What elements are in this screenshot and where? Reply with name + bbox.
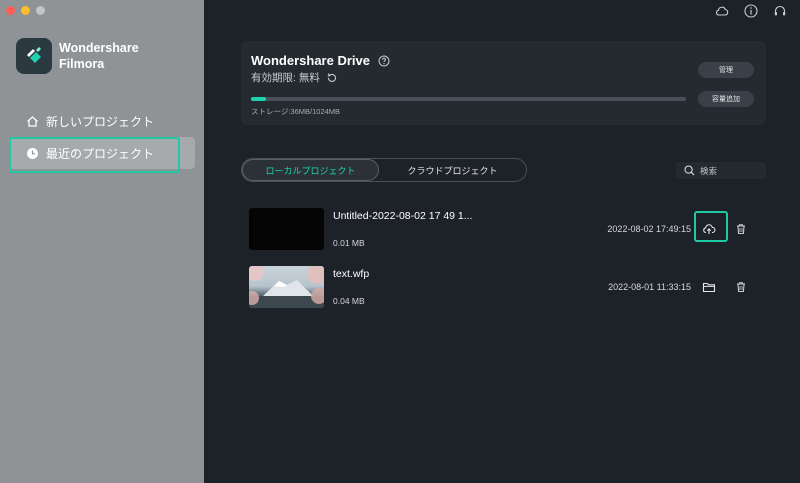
sidebar-item-new-project[interactable]: 新しいプロジェクト xyxy=(9,105,195,137)
search-input[interactable] xyxy=(700,165,760,176)
project-thumbnail[interactable] xyxy=(249,266,324,308)
project-size: 0.04 MB xyxy=(333,296,365,306)
search-box xyxy=(676,162,766,179)
drive-plan: 有効期限: 無料 xyxy=(251,70,338,85)
project-date: 2022-08-02 17:49:15 xyxy=(607,224,691,234)
manage-button[interactable]: 管理 xyxy=(698,62,754,78)
add-capacity-button[interactable]: 容量追加 xyxy=(698,91,754,107)
drive-title-text: Wondershare Drive xyxy=(251,53,370,68)
cloud-upload-icon[interactable] xyxy=(701,221,717,237)
storage-text: ストレージ:36MB/1024MB xyxy=(251,107,341,116)
drive-title: Wondershare Drive xyxy=(251,53,390,68)
trash-icon[interactable] xyxy=(733,221,749,237)
project-row[interactable]: text.wfp 0.04 MB 2022-08-01 11:33:15 xyxy=(249,266,759,310)
project-tabs: ローカルプロジェクト クラウドプロジェクト xyxy=(241,158,527,182)
zoom-window-button[interactable] xyxy=(36,6,45,15)
project-name: text.wfp xyxy=(333,268,370,280)
storage-progress-bar xyxy=(251,97,686,101)
filmora-logo-icon xyxy=(16,38,52,74)
app-branding: Wondershare Filmora xyxy=(16,38,139,74)
sidebar-item-label: 新しいプロジェクト xyxy=(46,114,155,129)
drive-plan-text: 有効期限: 無料 xyxy=(251,72,320,84)
project-date: 2022-08-01 11:33:15 xyxy=(608,282,691,292)
sidebar-item-label: 最近のプロジェクト xyxy=(46,146,155,161)
search-icon xyxy=(684,165,695,176)
project-size: 0.01 MB xyxy=(333,238,365,248)
trash-icon[interactable] xyxy=(733,279,749,295)
project-name: Untitled-2022-08-02 17 49 1... xyxy=(333,210,473,222)
cloud-icon[interactable] xyxy=(714,3,730,19)
close-window-button[interactable] xyxy=(6,6,15,15)
app-name-line2: Filmora xyxy=(59,57,105,71)
clock-icon xyxy=(26,147,39,160)
app-name-line1: Wondershare xyxy=(59,41,139,55)
tab-local-projects[interactable]: ローカルプロジェクト xyxy=(242,159,379,181)
top-toolbar xyxy=(714,3,788,19)
sidebar: Wondershare Filmora 新しいプロジェクト 最近のプロジェクト xyxy=(0,0,204,483)
storage-progress-fill xyxy=(251,97,267,101)
project-row[interactable]: Untitled-2022-08-02 17 49 1... 0.01 MB 2… xyxy=(249,208,759,252)
home-icon xyxy=(26,115,39,128)
app-name: Wondershare Filmora xyxy=(59,40,139,72)
help-icon[interactable] xyxy=(378,55,390,67)
folder-icon[interactable] xyxy=(701,279,717,295)
tab-cloud-projects[interactable]: クラウドプロジェクト xyxy=(379,159,526,181)
headset-icon[interactable] xyxy=(772,3,788,19)
sidebar-item-recent-projects[interactable]: 最近のプロジェクト xyxy=(9,137,195,173)
info-icon[interactable] xyxy=(743,3,759,19)
drive-card: Wondershare Drive 有効期限: 無料 ストレージ:36MB/10… xyxy=(241,41,766,125)
project-thumbnail[interactable] xyxy=(249,208,324,250)
window-controls xyxy=(6,6,45,15)
minimize-window-button[interactable] xyxy=(21,6,30,15)
refresh-icon[interactable] xyxy=(326,72,338,84)
